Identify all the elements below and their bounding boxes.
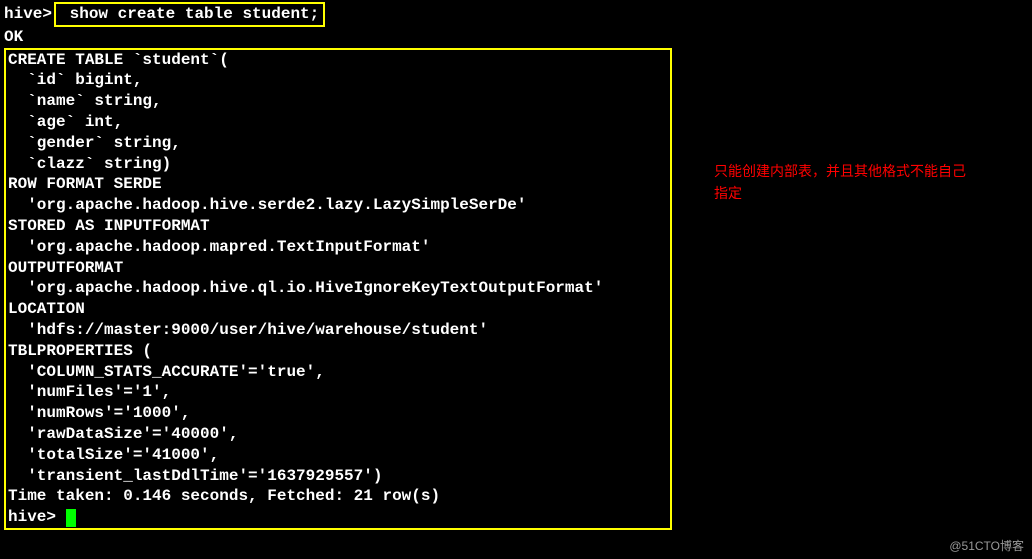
watermark-text: @51CTO博客 (949, 539, 1024, 555)
output-line: `gender` string, (8, 133, 668, 154)
annotation-line-2: 指定 (714, 182, 1004, 204)
output-line: 'numFiles'='1', (8, 382, 668, 403)
output-line: 'totalSize'='41000', (8, 445, 668, 466)
output-line: CREATE TABLE `student`( (8, 50, 668, 71)
annotation-text: 只能创建内部表，并且其他格式不能自己 指定 (714, 160, 1004, 205)
output-line: OUTPUTFORMAT (8, 258, 668, 279)
hive-prompt: hive> (4, 4, 52, 25)
annotation-line-1: 只能创建内部表，并且其他格式不能自己 (714, 160, 1004, 182)
terminal-window[interactable]: hive> show create table student; OK CREA… (0, 0, 1032, 532)
output-line: TBLPROPERTIES ( (8, 341, 668, 362)
output-line: 'hdfs://master:9000/user/hive/warehouse/… (8, 320, 668, 341)
output-line: `age` int, (8, 112, 668, 133)
ok-response: OK (4, 27, 1028, 48)
command-text: show create table student; (60, 5, 319, 23)
command-highlight-box: show create table student; (54, 2, 325, 27)
output-line: 'org.apache.hadoop.hive.ql.io.HiveIgnore… (8, 278, 668, 299)
terminal-cursor[interactable] (66, 509, 76, 527)
output-line: `id` bigint, (8, 70, 668, 91)
output-highlight-box: CREATE TABLE `student`( `id` bigint, `na… (4, 48, 672, 530)
output-line: STORED AS INPUTFORMAT (8, 216, 668, 237)
hive-prompt-2: hive> (8, 507, 66, 528)
output-line: ROW FORMAT SERDE (8, 174, 668, 195)
output-line: `name` string, (8, 91, 668, 112)
output-line: 'COLUMN_STATS_ACCURATE'='true', (8, 362, 668, 383)
output-line: `clazz` string) (8, 154, 668, 175)
output-line: LOCATION (8, 299, 668, 320)
prompt-line-2: hive> (8, 507, 668, 528)
time-taken-line: Time taken: 0.146 seconds, Fetched: 21 r… (8, 486, 668, 507)
prompt-line-1: hive> show create table student; (4, 2, 1028, 27)
output-line: 'numRows'='1000', (8, 403, 668, 424)
output-line: 'org.apache.hadoop.hive.serde2.lazy.Lazy… (8, 195, 668, 216)
output-line: 'org.apache.hadoop.mapred.TextInputForma… (8, 237, 668, 258)
output-line: 'rawDataSize'='40000', (8, 424, 668, 445)
output-line: 'transient_lastDdlTime'='1637929557') (8, 466, 668, 487)
